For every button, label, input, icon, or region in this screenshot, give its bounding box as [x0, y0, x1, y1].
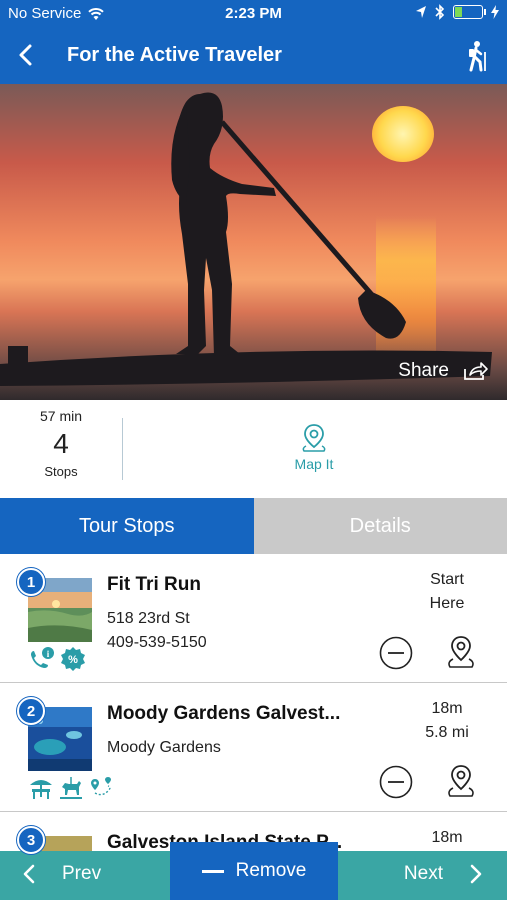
stop-number-badge: 3	[17, 826, 45, 854]
remove-stop-icon[interactable]	[379, 765, 413, 799]
paddleboarder-silhouette	[0, 92, 492, 386]
map-pin-icon	[302, 424, 326, 452]
tour-stop-item[interactable]: 1 i % Fit Tri Run 518 23rd St 409-539-51…	[0, 554, 507, 683]
tour-stats: 57 min 4 Stops	[0, 408, 122, 479]
stops-label: Stops	[44, 464, 78, 479]
tour-duration: 57 min	[39, 408, 83, 424]
carousel-horse-icon	[60, 777, 82, 799]
remove-button[interactable]: Remove	[170, 842, 338, 900]
remove-stop-icon[interactable]	[379, 636, 413, 670]
stop-distance: 18m	[407, 826, 487, 850]
battery-icon	[453, 5, 486, 19]
share-button[interactable]: Share	[398, 360, 489, 382]
prev-button[interactable]: Prev	[22, 863, 101, 885]
tab-bar: Tour Stops Details	[0, 498, 507, 554]
share-icon	[464, 362, 488, 380]
stop-distance-line2: Here	[429, 595, 465, 612]
tab-details[interactable]: Details	[253, 498, 507, 554]
tab-tour-stops[interactable]: Tour Stops	[0, 498, 254, 554]
remove-label: Remove	[235, 860, 307, 881]
stop-drive-time: 18m	[431, 829, 463, 846]
stop-distance-line1: Start	[430, 571, 464, 588]
minus-icon	[201, 869, 224, 873]
svg-text:%: %	[68, 654, 78, 666]
page-title: For the Active Traveler	[67, 44, 282, 66]
next-label: Next	[403, 863, 443, 884]
amenity-icons	[28, 775, 114, 801]
stop-name: Moody Gardens Galvest...	[107, 703, 341, 724]
stop-miles: 5.8 mi	[425, 724, 469, 741]
back-chevron-icon[interactable]	[12, 40, 42, 70]
map-it-button[interactable]: Map It	[282, 422, 346, 472]
map-it-label: Map It	[294, 456, 334, 472]
map-pin-icon[interactable]	[443, 634, 479, 672]
hiker-icon[interactable]	[465, 40, 489, 72]
stop-distance: 18m 5.8 mi	[407, 697, 487, 745]
stop-name: Fit Tri Run	[107, 574, 201, 595]
stop-drive-time: 18m	[431, 700, 463, 717]
location-arrow-icon	[416, 6, 426, 18]
trail-pin-icon	[91, 777, 111, 796]
tour-stop-item[interactable]: 2 Moody Gardens Galvest... Moody Gardens…	[0, 683, 507, 812]
status-bar: No Service 2:23 PM	[0, 0, 507, 28]
chevron-right-icon	[470, 864, 482, 884]
stop-distance: Start Here	[407, 568, 487, 616]
prev-label: Prev	[62, 863, 102, 884]
stop-number-badge: 2	[17, 697, 45, 725]
amenity-icons: i %	[28, 646, 86, 672]
hero-image: Share	[0, 84, 507, 400]
beach-umbrella-icon	[30, 780, 52, 799]
stop-address: Moody Gardens	[107, 739, 221, 756]
stop-address: 518 23rd St	[107, 610, 190, 627]
discount-icon: %	[61, 647, 85, 671]
map-pin-icon[interactable]	[443, 763, 479, 801]
stop-count: 4	[53, 428, 69, 459]
bluetooth-icon	[435, 4, 445, 20]
stop-number-badge: 1	[17, 568, 45, 596]
share-label: Share	[398, 360, 449, 381]
phone-info-icon: i	[31, 647, 54, 668]
tour-summary: 57 min 4 Stops Map It	[0, 400, 507, 498]
nav-bar: For the Active Traveler	[0, 28, 507, 84]
charging-bolt-icon	[491, 5, 499, 19]
divider	[122, 418, 123, 480]
next-button[interactable]: Next	[404, 863, 483, 885]
stop-phone: 409-539-5150	[107, 634, 207, 651]
chevron-left-icon	[23, 864, 35, 884]
